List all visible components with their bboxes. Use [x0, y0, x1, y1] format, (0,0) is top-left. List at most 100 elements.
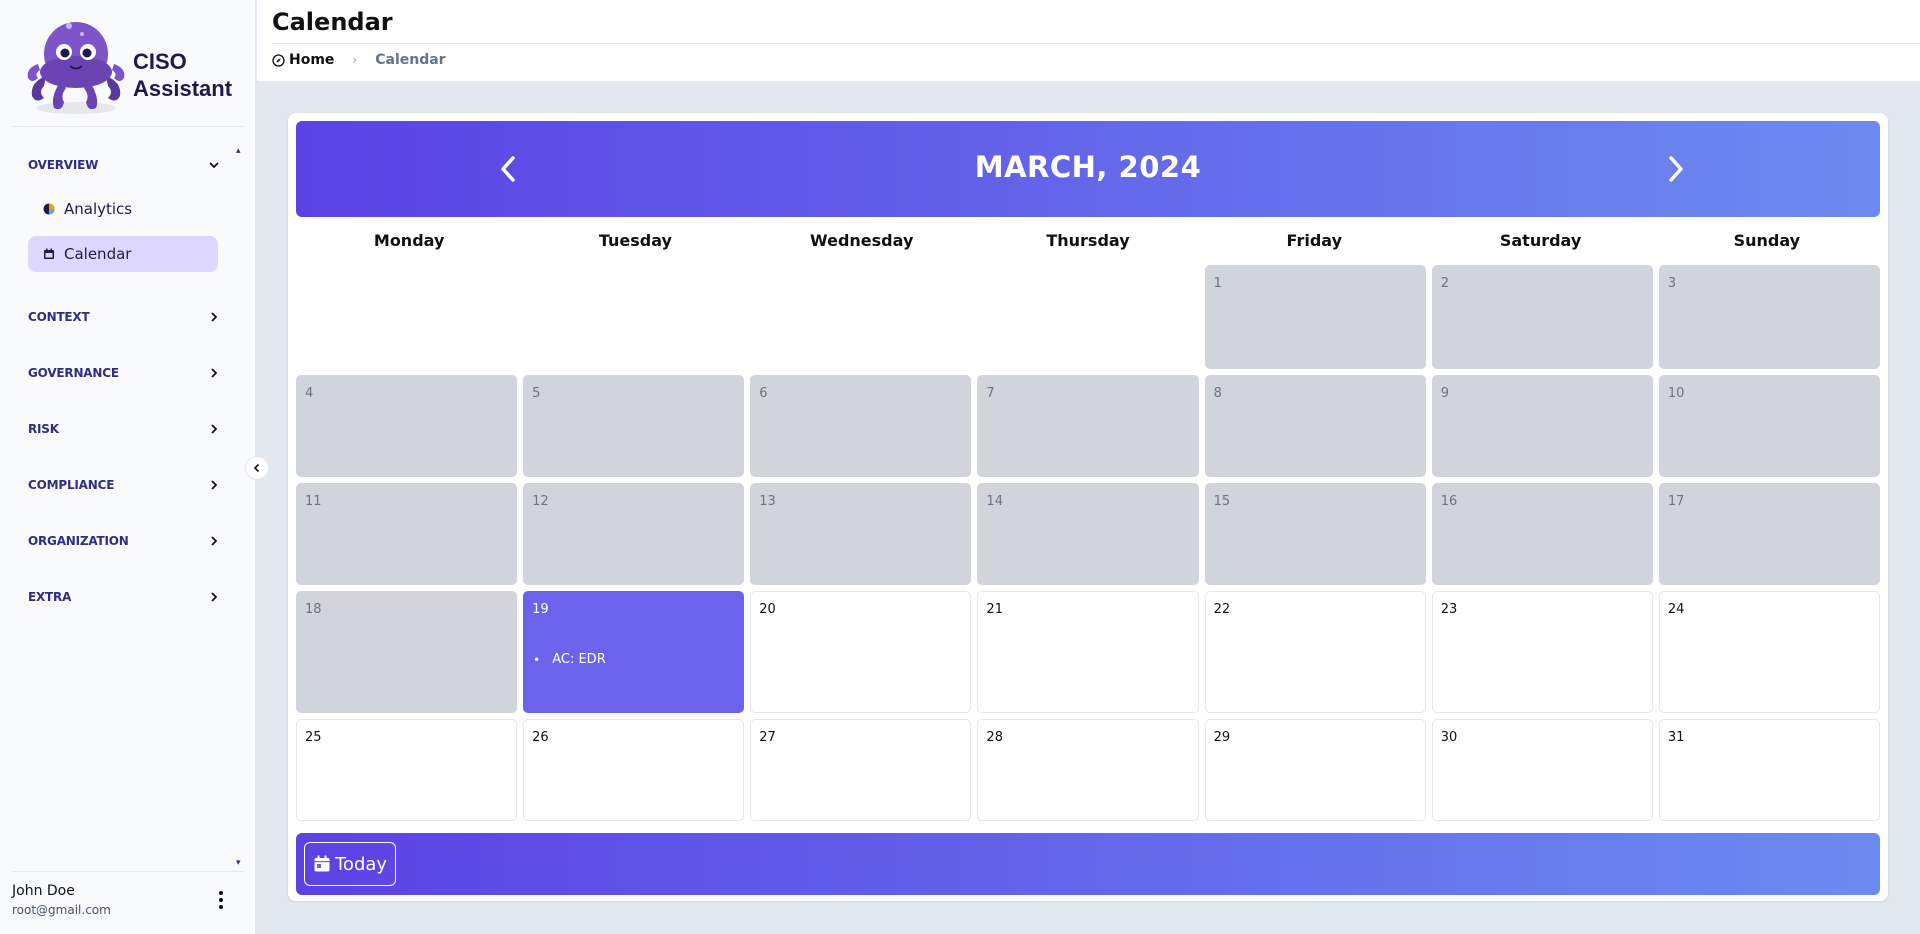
weekday-label: Friday — [1286, 231, 1343, 250]
nav-group-label: CONTEXT — [28, 310, 90, 324]
calendar-day-18[interactable]: 18 — [296, 591, 518, 713]
chevron-right-icon — [211, 368, 218, 378]
nav-group-organization[interactable]: ORGANIZATION — [28, 527, 220, 555]
calendar-day-12[interactable]: 12 — [523, 483, 745, 585]
day-number: 9 — [1440, 386, 1449, 401]
calendar-footer: Today — [296, 833, 1880, 895]
calendar-day-10[interactable]: 10 — [1658, 375, 1880, 477]
app-name-line1: CISO — [133, 49, 187, 74]
nav-group-label: GOVERNANCE — [28, 366, 119, 380]
nav-group-context[interactable]: CONTEXT — [28, 303, 220, 331]
scroll-up-icon[interactable]: ▴ — [236, 147, 242, 156]
calendar-day-1[interactable]: 1 — [1204, 265, 1426, 369]
weekday-label: Saturday — [1499, 231, 1582, 250]
today-button-label: Today — [335, 853, 388, 875]
calendar-day-26[interactable]: 26 — [523, 719, 745, 821]
calendar-day-29[interactable]: 29 — [1204, 719, 1426, 821]
calendar-day-31[interactable]: 31 — [1658, 719, 1880, 821]
dot-icon — [219, 905, 223, 909]
chevron-right-icon — [1669, 156, 1683, 182]
nav-group-compliance[interactable]: COMPLIANCE — [28, 471, 220, 499]
calendar-week-row: 4 5 6 7 8 9 10 — [296, 375, 1880, 477]
day-number: 19 — [532, 602, 549, 617]
day-number: 12 — [532, 494, 549, 509]
user-name: John Doe — [12, 883, 75, 899]
day-number: 23 — [1440, 602, 1458, 617]
calendar-header: MARCH, 2024 — [296, 121, 1880, 217]
day-number: 21 — [986, 602, 1003, 617]
scroll-down-icon[interactable]: ▾ — [236, 859, 242, 868]
nav-group-governance[interactable]: GOVERNANCE — [28, 359, 220, 387]
chevron-down-icon — [209, 162, 219, 169]
nav-group-overview[interactable]: OVERVIEW — [28, 151, 220, 179]
calendar-day-16[interactable]: 16 — [1431, 483, 1653, 585]
day-number: 29 — [1213, 730, 1231, 745]
calendar-icon — [43, 248, 55, 260]
chevron-right-icon — [211, 592, 218, 602]
calendar-day-2[interactable]: 2 — [1431, 265, 1653, 369]
calendar-day-3[interactable]: 3 — [1658, 265, 1880, 369]
header-divider — [272, 43, 1920, 44]
calendar-day-4[interactable]: 4 — [296, 375, 518, 477]
breadcrumb-current: Calendar — [375, 52, 446, 68]
calendar-day-6[interactable]: 6 — [750, 375, 972, 477]
today-button[interactable]: Today — [304, 842, 397, 886]
calendar-day-17[interactable]: 17 — [1658, 483, 1880, 585]
calendar-event[interactable]: AC: EDR — [533, 652, 606, 667]
calendar-day-21[interactable]: 21 — [977, 591, 1199, 713]
day-number: 10 — [1667, 386, 1685, 401]
user-email: root@gmail.com — [12, 903, 111, 917]
user-menu-button[interactable] — [213, 890, 229, 910]
calendar-day-7[interactable]: 7 — [977, 375, 1199, 477]
calendar-day-30[interactable]: 30 — [1431, 719, 1653, 821]
chevron-right-icon — [211, 480, 218, 490]
nav-group-label: EXTRA — [28, 590, 72, 604]
sidebar-item-calendar[interactable]: Calendar — [28, 236, 218, 272]
next-month-button[interactable] — [1660, 153, 1692, 185]
day-number: 11 — [305, 494, 322, 509]
dot-icon — [219, 898, 223, 902]
sidebar-divider — [12, 126, 244, 127]
calendar-day-8[interactable]: 8 — [1204, 375, 1426, 477]
nav-group-risk[interactable]: RISK — [28, 415, 220, 443]
calendar-grid: 12345678910111213141516171819AC: EDR2021… — [296, 265, 1880, 827]
calendar-day-28[interactable]: 28 — [977, 719, 1199, 821]
weekday-label: Wednesday — [810, 231, 914, 250]
day-number: 4 — [305, 386, 314, 401]
calendar-day-23[interactable]: 23 — [1431, 591, 1653, 713]
calendar-day-27[interactable]: 27 — [750, 719, 972, 821]
calendar-day-9[interactable]: 9 — [1431, 375, 1653, 477]
weekday-label: Thursday — [1046, 231, 1130, 250]
nav-group-extra[interactable]: EXTRA — [28, 583, 220, 611]
breadcrumb-home[interactable]: Home — [272, 52, 334, 68]
day-number: 2 — [1440, 276, 1449, 291]
calendar-day-22[interactable]: 22 — [1204, 591, 1426, 713]
calendar-day-5[interactable]: 5 — [523, 375, 745, 477]
sidebar-item-analytics[interactable]: Analytics — [28, 191, 218, 227]
day-number: 1 — [1213, 276, 1222, 291]
day-number: 3 — [1667, 276, 1677, 291]
breadcrumb-home-label: Home — [289, 52, 335, 68]
calendar-day-11[interactable]: 11 — [296, 483, 518, 585]
calendar-empty-cell — [977, 265, 1198, 369]
day-number: 17 — [1667, 494, 1685, 509]
weekday-header-row: Monday Tuesday Wednesday Thursday Friday… — [296, 231, 1880, 250]
calendar-day-13[interactable]: 13 — [750, 483, 972, 585]
chart-pie-icon — [43, 203, 55, 215]
day-number: 15 — [1213, 494, 1231, 509]
day-number: 31 — [1667, 730, 1685, 745]
day-number: 7 — [986, 386, 995, 401]
sidebar-collapse-button[interactable] — [245, 456, 269, 480]
calendar-day-25[interactable]: 25 — [296, 719, 518, 821]
calendar-day-19[interactable]: 19 AC: EDR — [523, 591, 745, 713]
day-number: 25 — [305, 730, 322, 745]
day-number: 30 — [1440, 730, 1458, 745]
day-number: 6 — [759, 386, 768, 401]
page-title: Calendar — [272, 8, 393, 36]
calendar-day-14[interactable]: 14 — [977, 483, 1199, 585]
calendar-day-20[interactable]: 20 — [750, 591, 972, 713]
calendar-day-24[interactable]: 24 — [1658, 591, 1880, 713]
calendar-day-15[interactable]: 15 — [1204, 483, 1426, 585]
weekday-label: Sunday — [1733, 231, 1801, 250]
calendar-card: MARCH, 2024 Monday Tuesday Wednesday Thu… — [288, 113, 1888, 901]
